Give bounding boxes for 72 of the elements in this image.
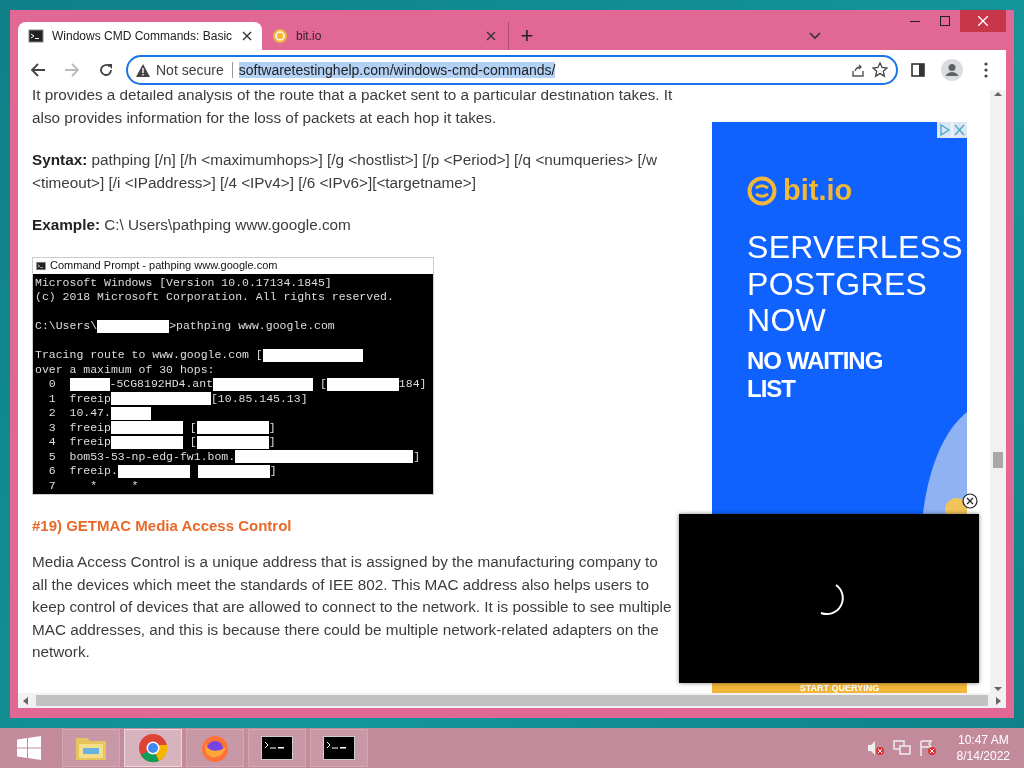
tab-search-icon[interactable] [809,32,821,40]
console-text: ] [413,449,421,464]
console-text: 3 freeip [47,420,111,435]
side-panel-icon[interactable] [911,63,925,77]
paragraph: Media Access Control is a unique address that is assigned by the manufacturing company to all the devices which meet the standards of IEE 802. This MAC address also helps users to keep control of devices that are allowed to connect to the network. It is possible to see multiple MAC addresses, and this is because there could be multiple network-related adapters on the network. [32,552,673,662]
window-title: Command Prompt - pathping www.google.com [50,258,278,274]
scroll-left-icon[interactable] [22,696,28,705]
console-text: Microsoft Windows [Version 10.0.17134.1845] [35,275,332,290]
console-text: 5 bom53-53-np-edg-fw1.bom. [47,449,236,464]
taskbar-button[interactable] [310,729,368,767]
console-text: >pathping www.google.com [169,319,335,334]
ad-headline: NOW [747,302,828,339]
paragraph: Syntax: pathping [/n] [/h <maximumhops>] [/g <hostlist>] [/p <Period>] [/q <numqueries> [/w <timeout>] [/i <IPaddress>] [/4 <IPv4>] [/6 <IPv6>][<targetname>] [32,150,658,193]
flag-icon[interactable] [918,740,937,756]
url-text: softwaretestinghelp.com/windows-cmd-commands/ [238,62,556,78]
logo-icon [747,175,777,206]
ad-headline: POSTGRES [747,265,929,302]
windows-logo-icon [17,736,41,760]
browser-tab[interactable]: bit.io [262,22,506,50]
security-label: Not secure [156,62,233,78]
chrome-logo-icon [138,733,168,763]
brand-name: bit.io [783,174,853,207]
section-heading: #19) GETMAC Media Access Control [32,515,293,536]
console-text: ] [268,420,276,435]
terminal-icon [28,28,44,44]
console-text: 7 * * [47,478,139,493]
address-bar[interactable]: Not secure softwaretestinghelp.com/windows-cmd-commands/ [126,55,898,85]
console-text: 0 [47,377,57,392]
reload-icon[interactable] [98,62,114,78]
taskbar-button[interactable] [248,729,306,767]
console-text: 184] [398,377,427,392]
console-text: -5CG8192HD4.ant [109,377,214,392]
ad-headline: SERVERLESS [747,229,964,266]
console-text: 4 freeip [47,435,111,450]
close-icon[interactable] [962,493,978,509]
star-icon[interactable] [872,62,888,78]
maximize-icon [940,16,950,26]
browser-tab[interactable]: Windows CMD Commands: Basic [18,22,262,50]
back-icon[interactable] [30,62,46,78]
console-text: 6 freeip. [47,464,118,479]
clock-date[interactable]: 8/14/2022 [956,748,1010,764]
paragraph: Example: C:\ Users\pathping www.google.com [32,215,352,235]
ad-banner[interactable]: bit.io SERVERLESS POSTGRES NOW NO WAITING LIST [712,122,967,514]
console-text: [ [188,435,197,450]
console-text: C:\Users\ [35,319,98,334]
console-text: (c) 2018 Microsoft Corporation. All rights reserved. [35,290,394,305]
console-text: over a maximum of 30 hops: [35,362,215,377]
minimize-icon [910,20,920,22]
console-text: [ [318,377,327,392]
terminal-icon [261,736,293,760]
firefox-logo-icon [200,733,230,763]
volume-muted-icon[interactable] [866,740,885,756]
profile-icon[interactable] [941,59,963,81]
ad-subheading: NO WAITING LIST [747,346,884,403]
share-icon[interactable] [850,62,866,78]
console-text: 1 freeip [47,391,111,406]
console-text: [ [188,420,197,435]
scroll-right-icon[interactable] [996,696,1002,705]
close-icon [978,16,988,26]
warning-icon [136,63,150,77]
scrollbar-thumb[interactable] [36,695,988,706]
terminal-icon [323,736,355,760]
console-text: Tracing route to www.google.com [ [35,348,263,363]
console-text: ] [269,464,277,479]
close-icon[interactable] [242,31,252,41]
menu-icon[interactable] [984,62,988,78]
scrollbar-thumb[interactable] [993,452,1003,468]
console-text: ] [268,435,276,450]
console-text: 2 10.47. [47,406,111,421]
coin-icon [272,28,288,44]
console-text: [10.85.145.13] [210,391,308,406]
clock-time[interactable]: 10:47 AM [957,732,1009,748]
